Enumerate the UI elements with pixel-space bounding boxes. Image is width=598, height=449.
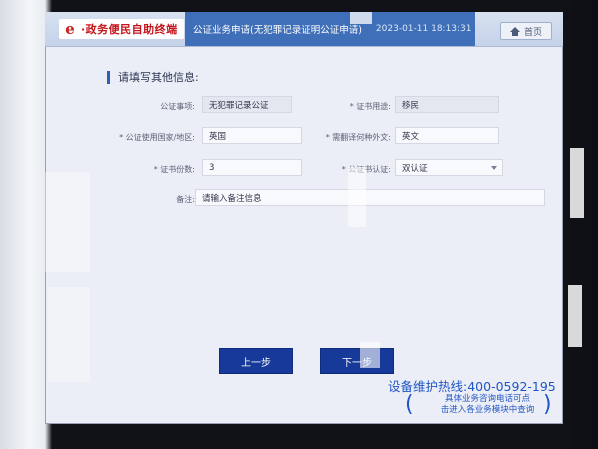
certification-select-value: 双认证 — [402, 163, 428, 174]
country-label: * 公证使用国家/地区: — [119, 133, 195, 142]
consult-note-line-2: 击进入各业务模块中查询 — [440, 405, 535, 415]
prev-step-button[interactable]: 上一步 — [219, 348, 293, 374]
copies-field[interactable]: 3 — [202, 159, 302, 176]
notary-matter-field[interactable]: 无犯罪记录公证 — [202, 96, 292, 113]
cert-purpose-label: * 证书用途: — [349, 102, 391, 111]
app-logo: e ·政务便民自助终端 — [59, 19, 184, 39]
left-paren: ( — [405, 392, 414, 417]
translation-field[interactable]: 英文 — [395, 127, 499, 144]
section-bar — [107, 70, 110, 84]
next-step-button[interactable]: 下一步 — [320, 348, 394, 374]
certification-select[interactable]: 双认证 — [395, 159, 503, 176]
home-button[interactable]: 首页 — [500, 22, 552, 40]
glare-left-lower — [48, 287, 90, 382]
timestamp: 2023-01-11 18:13:31 — [375, 24, 472, 34]
remarks-label: 备注: — [176, 195, 195, 204]
remarks-input[interactable]: 请输入备注信息 — [195, 189, 545, 206]
cert-purpose-field[interactable]: 移民 — [395, 96, 499, 113]
page-title-bar: 公证业务申请(无犯罪记录证明公证申请) 2023-01-11 18:13:31 — [185, 12, 475, 46]
chevron-down-icon — [491, 166, 497, 170]
page-title: 公证业务申请(无犯罪记录证明公证申请) — [193, 25, 362, 36]
glare-left — [45, 172, 90, 272]
consult-note-line-1: 具体业务咨询电话可点 — [444, 394, 530, 404]
notary-matter-label: 公证事项: — [160, 102, 195, 111]
home-icon — [509, 26, 520, 36]
right-paren: ) — [543, 392, 552, 417]
home-button-label: 首页 — [523, 27, 542, 38]
consult-note: 具体业务咨询电话可点 击进入各业务模块中查询 — [415, 394, 560, 416]
translation-label: * 需翻译何种外文: — [325, 133, 391, 142]
logo-icon: e — [65, 20, 75, 38]
kiosk-screen: e ·政务便民自助终端 公证业务申请(无犯罪记录证明公证申请) 2023-01-… — [45, 12, 563, 424]
country-field[interactable]: 英国 — [202, 127, 302, 144]
section-title-text: 请填写其他信息: — [118, 71, 199, 84]
copies-label: * 证书份数: — [153, 165, 195, 174]
section-title: 请填写其他信息: — [107, 69, 199, 85]
logo-text: ·政务便民自助终端 — [81, 23, 178, 36]
certification-label: * 公证书认证: — [341, 165, 391, 174]
top-bar: e ·政务便民自助终端 公证业务申请(无犯罪记录证明公证申请) 2023-01-… — [45, 12, 563, 47]
